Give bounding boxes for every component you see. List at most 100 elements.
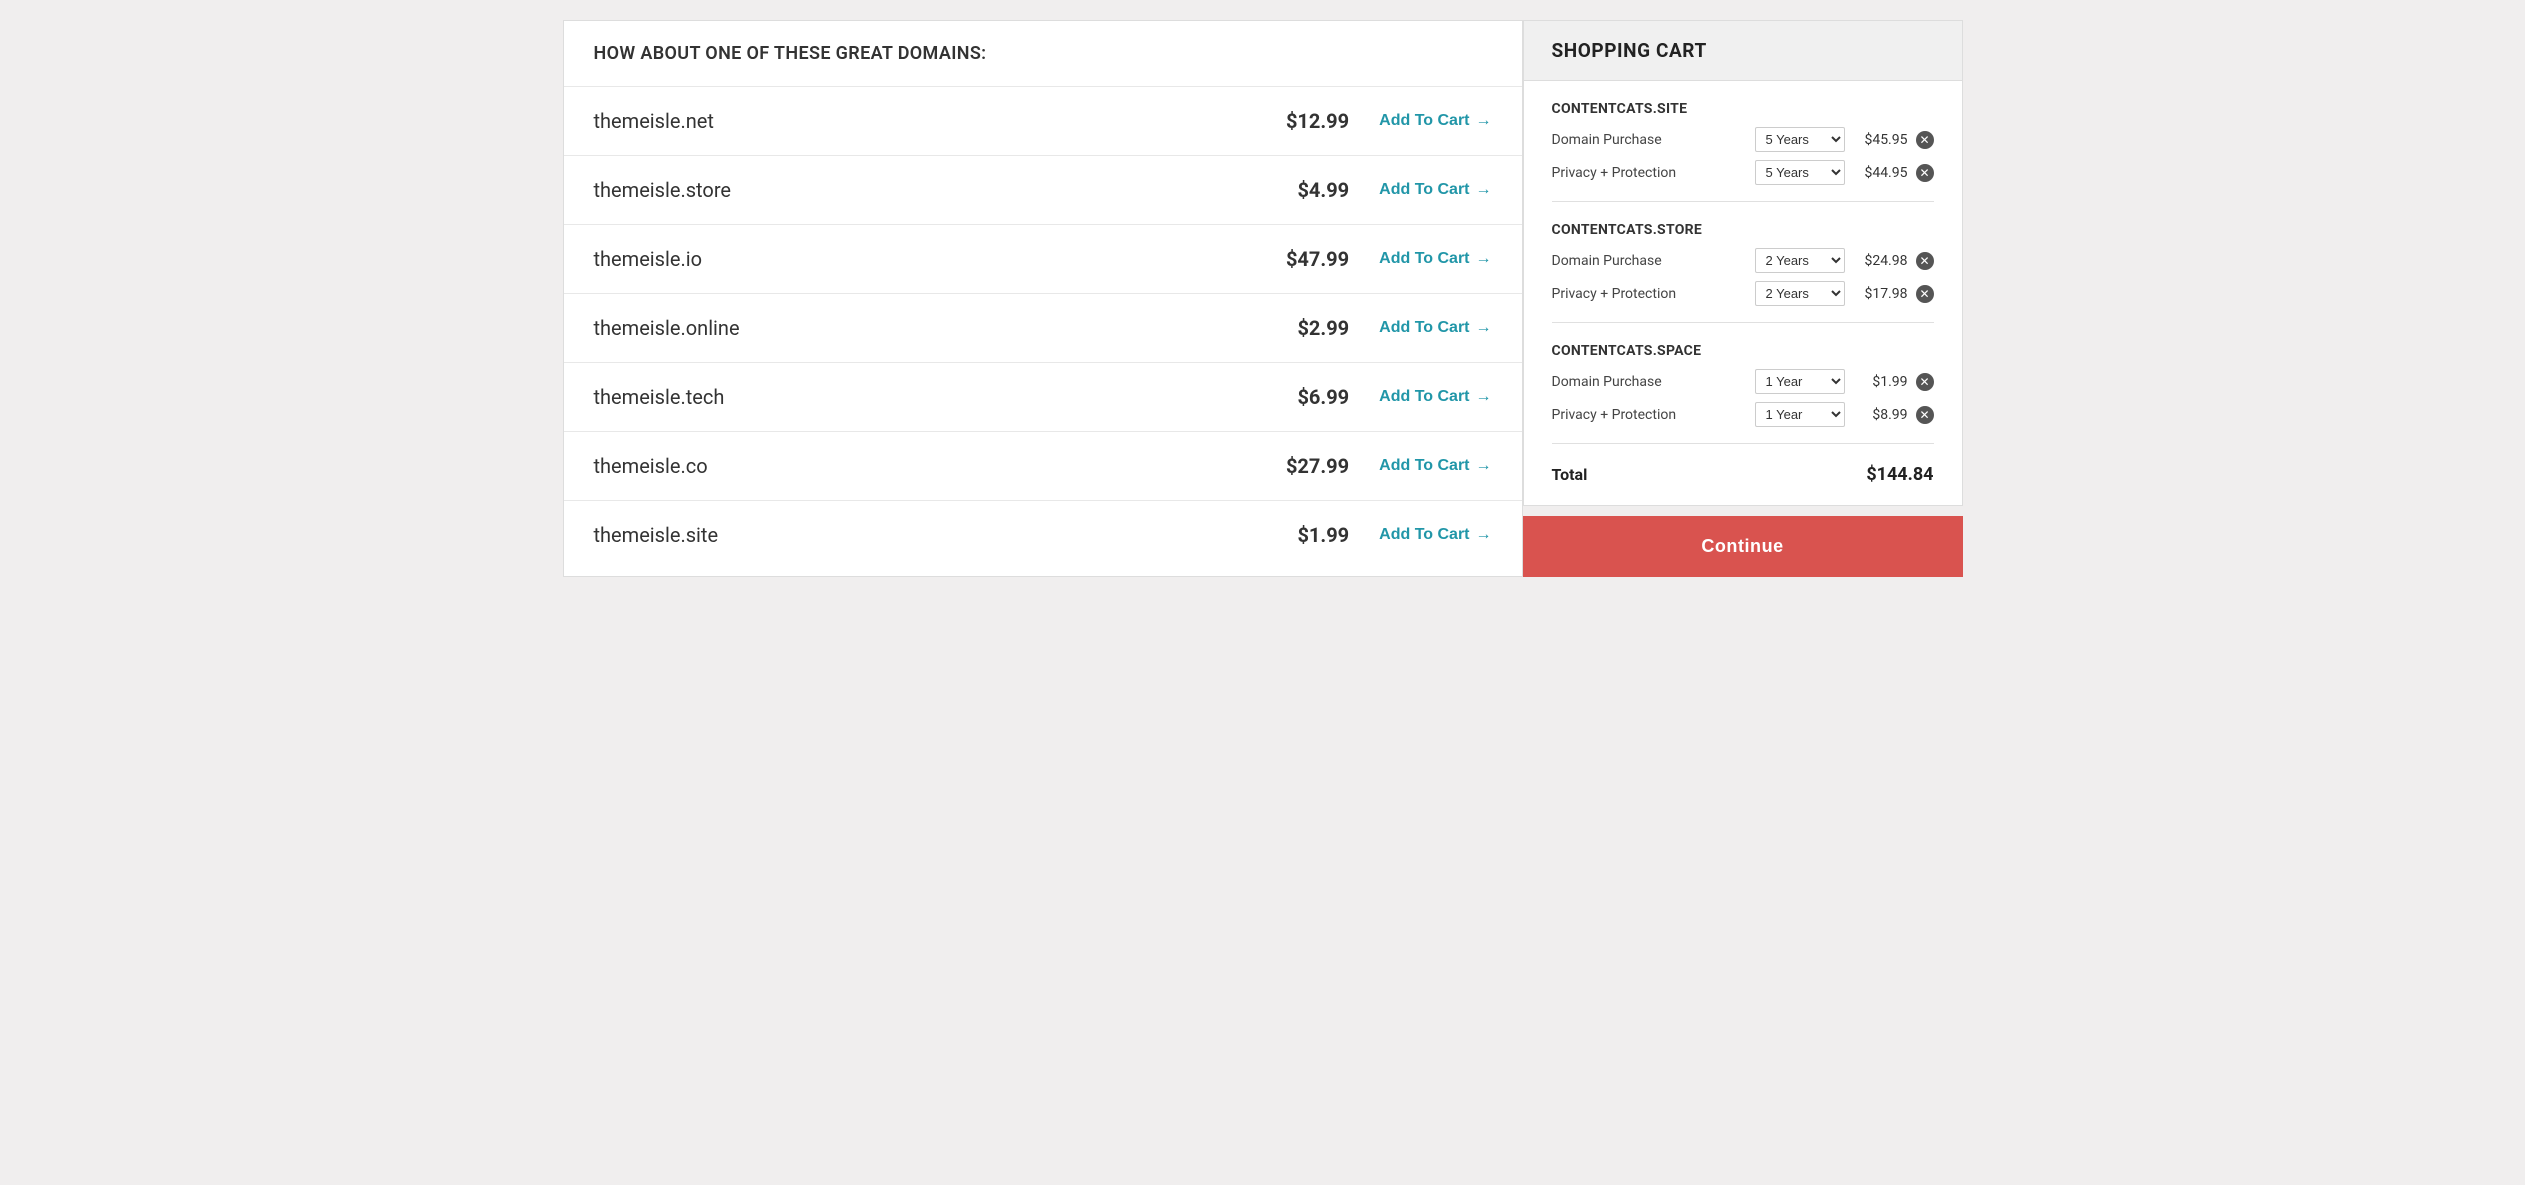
arrow-icon: → bbox=[1476, 388, 1492, 406]
cart-item-row: Privacy + Protection 1 Year2 Years3 Years… bbox=[1552, 402, 1934, 427]
domain-row: themeisle.online $2.99 Add To Cart → bbox=[564, 293, 1522, 362]
add-to-cart-button[interactable]: Add To Cart → bbox=[1379, 526, 1491, 544]
domain-row: themeisle.net $12.99 Add To Cart → bbox=[564, 86, 1522, 155]
remove-item-button[interactable]: ✕ bbox=[1916, 131, 1934, 149]
cart-header: SHOPPING CART bbox=[1524, 21, 1962, 81]
domain-price: $6.99 bbox=[1269, 385, 1349, 409]
domain-name: themeisle.store bbox=[594, 178, 732, 202]
group-divider bbox=[1552, 322, 1934, 323]
domain-price: $2.99 bbox=[1269, 316, 1349, 340]
cart-domain-title: CONTENTCATS.STORE bbox=[1552, 222, 1934, 238]
domain-right: $47.99 Add To Cart → bbox=[1269, 247, 1491, 271]
domain-price: $47.99 bbox=[1269, 247, 1349, 271]
cart-domain-group: CONTENTCATS.SPACE Domain Purchase 1 Year2 … bbox=[1552, 343, 1934, 427]
cart-total-row: Total $144.84 bbox=[1552, 460, 1934, 485]
domain-right: $1.99 Add To Cart → bbox=[1269, 523, 1491, 547]
continue-button[interactable]: Continue bbox=[1523, 516, 1963, 577]
cart-item-price: $45.95 bbox=[1853, 132, 1908, 148]
domain-name: themeisle.tech bbox=[594, 385, 725, 409]
cart-item-right: 1 Year2 Years3 Years4 Years5 Years $1.99 ✕ bbox=[1755, 369, 1934, 394]
cart-item-label: Domain Purchase bbox=[1552, 132, 1682, 148]
remove-item-button[interactable]: ✕ bbox=[1916, 252, 1934, 270]
domains-panel: HOW ABOUT ONE OF THESE GREAT DOMAINS: th… bbox=[563, 20, 1523, 577]
cart-item-right: 1 Year2 Years3 Years4 Years5 Years $17.98… bbox=[1755, 281, 1934, 306]
domain-row: themeisle.store $4.99 Add To Cart → bbox=[564, 155, 1522, 224]
cart-item-row: Domain Purchase 1 Year2 Years3 Years4 Yea… bbox=[1552, 127, 1934, 152]
cart-item-row: Domain Purchase 1 Year2 Years3 Years4 Yea… bbox=[1552, 248, 1934, 273]
cart-domain-group: CONTENTCATS.SITE Domain Purchase 1 Year2 Y… bbox=[1552, 101, 1934, 202]
cart-total-label: Total bbox=[1552, 465, 1588, 484]
domain-right: $12.99 Add To Cart → bbox=[1269, 109, 1491, 133]
domain-price: $1.99 bbox=[1269, 523, 1349, 547]
year-select[interactable]: 1 Year2 Years3 Years4 Years5 Years bbox=[1755, 281, 1845, 306]
cart-groups: CONTENTCATS.SITE Domain Purchase 1 Year2 Y… bbox=[1552, 101, 1934, 427]
domain-right: $2.99 Add To Cart → bbox=[1269, 316, 1491, 340]
year-select[interactable]: 1 Year2 Years3 Years4 Years5 Years bbox=[1755, 248, 1845, 273]
add-to-cart-button[interactable]: Add To Cart → bbox=[1379, 388, 1491, 406]
cart-domain-title: CONTENTCATS.SITE bbox=[1552, 101, 1934, 117]
remove-item-button[interactable]: ✕ bbox=[1916, 373, 1934, 391]
cart-item-label: Domain Purchase bbox=[1552, 374, 1682, 390]
arrow-icon: → bbox=[1476, 181, 1492, 199]
cart-item-right: 1 Year2 Years3 Years4 Years5 Years $8.99 ✕ bbox=[1755, 402, 1934, 427]
cart-panel: SHOPPING CART CONTENTCATS.SITE Domain Pur… bbox=[1523, 20, 1963, 506]
arrow-icon: → bbox=[1476, 112, 1492, 130]
cart-item-row: Domain Purchase 1 Year2 Years3 Years4 Yea… bbox=[1552, 369, 1934, 394]
cart-item-price: $1.99 bbox=[1853, 374, 1908, 390]
domain-list: themeisle.net$12.99Add To Cart →themeisl… bbox=[564, 86, 1522, 569]
cart-item-row: Privacy + Protection 1 Year2 Years3 Years… bbox=[1552, 160, 1934, 185]
year-select[interactable]: 1 Year2 Years3 Years4 Years5 Years bbox=[1755, 127, 1845, 152]
year-select[interactable]: 1 Year2 Years3 Years4 Years5 Years bbox=[1755, 160, 1845, 185]
add-to-cart-button[interactable]: Add To Cart → bbox=[1379, 250, 1491, 268]
add-to-cart-button[interactable]: Add To Cart → bbox=[1379, 112, 1491, 130]
add-to-cart-button[interactable]: Add To Cart → bbox=[1379, 457, 1491, 475]
cart-domain-title: CONTENTCATS.SPACE bbox=[1552, 343, 1934, 359]
arrow-icon: → bbox=[1476, 319, 1492, 337]
domain-right: $27.99 Add To Cart → bbox=[1269, 454, 1491, 478]
cart-item-right: 1 Year2 Years3 Years4 Years5 Years $24.98… bbox=[1755, 248, 1934, 273]
cart-item-right: 1 Year2 Years3 Years4 Years5 Years $44.95… bbox=[1755, 160, 1934, 185]
add-to-cart-button[interactable]: Add To Cart → bbox=[1379, 181, 1491, 199]
remove-item-button[interactable]: ✕ bbox=[1916, 285, 1934, 303]
domains-header: HOW ABOUT ONE OF THESE GREAT DOMAINS: bbox=[564, 21, 1522, 86]
page-wrapper: HOW ABOUT ONE OF THESE GREAT DOMAINS: th… bbox=[563, 20, 1963, 577]
remove-item-button[interactable]: ✕ bbox=[1916, 164, 1934, 182]
domain-row: themeisle.co $27.99 Add To Cart → bbox=[564, 431, 1522, 500]
cart-item-price: $24.98 bbox=[1853, 253, 1908, 269]
domain-right: $6.99 Add To Cart → bbox=[1269, 385, 1491, 409]
cart-item-price: $8.99 bbox=[1853, 407, 1908, 423]
add-to-cart-button[interactable]: Add To Cart → bbox=[1379, 319, 1491, 337]
domain-price: $27.99 bbox=[1269, 454, 1349, 478]
year-select[interactable]: 1 Year2 Years3 Years4 Years5 Years bbox=[1755, 402, 1845, 427]
cart-divider bbox=[1552, 443, 1934, 444]
domain-price: $4.99 bbox=[1269, 178, 1349, 202]
cart-item-label: Domain Purchase bbox=[1552, 253, 1682, 269]
arrow-icon: → bbox=[1476, 457, 1492, 475]
arrow-icon: → bbox=[1476, 526, 1492, 544]
cart-domain-group: CONTENTCATS.STORE Domain Purchase 1 Year2 … bbox=[1552, 222, 1934, 323]
cart-item-price: $17.98 bbox=[1853, 286, 1908, 302]
domain-name: themeisle.online bbox=[594, 316, 740, 340]
domain-row: themeisle.tech $6.99 Add To Cart → bbox=[564, 362, 1522, 431]
domain-name: themeisle.co bbox=[594, 454, 708, 478]
cart-item-row: Privacy + Protection 1 Year2 Years3 Years… bbox=[1552, 281, 1934, 306]
cart-total-price: $144.84 bbox=[1866, 464, 1933, 485]
year-select[interactable]: 1 Year2 Years3 Years4 Years5 Years bbox=[1755, 369, 1845, 394]
cart-item-label: Privacy + Protection bbox=[1552, 407, 1682, 423]
cart-item-right: 1 Year2 Years3 Years4 Years5 Years $45.95… bbox=[1755, 127, 1934, 152]
domain-name: themeisle.io bbox=[594, 247, 703, 271]
cart-section: SHOPPING CART CONTENTCATS.SITE Domain Pur… bbox=[1523, 20, 1963, 577]
cart-item-label: Privacy + Protection bbox=[1552, 286, 1682, 302]
cart-body: CONTENTCATS.SITE Domain Purchase 1 Year2 Y… bbox=[1524, 81, 1962, 505]
cart-item-price: $44.95 bbox=[1853, 165, 1908, 181]
group-divider bbox=[1552, 201, 1934, 202]
remove-item-button[interactable]: ✕ bbox=[1916, 406, 1934, 424]
domain-name: themeisle.site bbox=[594, 523, 719, 547]
domain-price: $12.99 bbox=[1269, 109, 1349, 133]
domain-row: themeisle.site $1.99 Add To Cart → bbox=[564, 500, 1522, 569]
domain-row: themeisle.io $47.99 Add To Cart → bbox=[564, 224, 1522, 293]
arrow-icon: → bbox=[1476, 250, 1492, 268]
domain-right: $4.99 Add To Cart → bbox=[1269, 178, 1491, 202]
domain-name: themeisle.net bbox=[594, 109, 714, 133]
cart-item-label: Privacy + Protection bbox=[1552, 165, 1682, 181]
